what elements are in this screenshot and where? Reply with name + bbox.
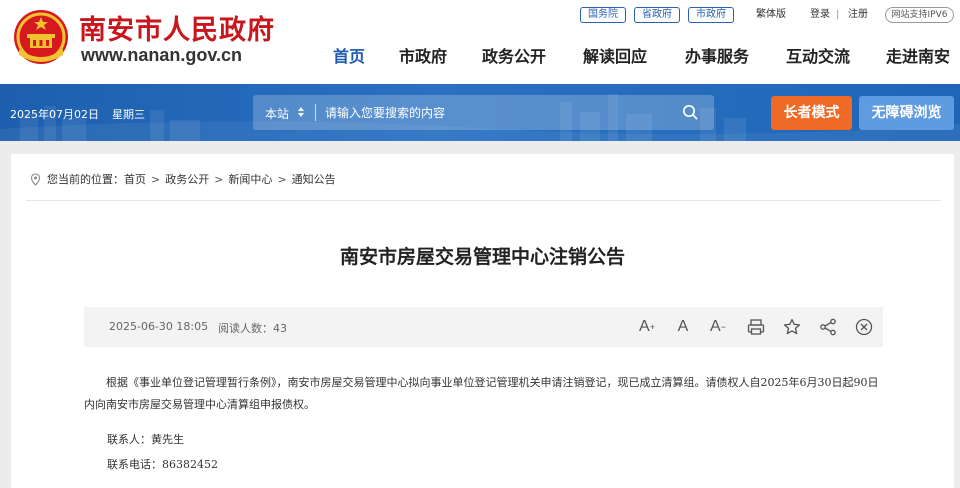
font-decrease-icon: A <box>710 318 721 335</box>
emblem-icon <box>14 10 68 64</box>
site-title: 南安市人民政府 <box>79 15 275 46</box>
article-phone: 联系电话：86382452 <box>107 458 218 471</box>
current-weekday: 星期三 <box>112 108 145 121</box>
breadcrumb-news-center[interactable]: 新闻中心 <box>228 171 272 187</box>
font-reset-button[interactable]: A <box>673 317 693 337</box>
read-count: 阅读人数：43 <box>218 320 287 336</box>
ipv6-badge: 网站支持IPV6 <box>885 7 954 23</box>
publish-datetime: 2025-06-30 18:05 <box>109 320 209 333</box>
share-icon[interactable] <box>818 317 838 337</box>
search-box: 本站 <box>253 95 714 130</box>
nav-interaction[interactable]: 互动交流 <box>786 43 850 67</box>
breadcrumb-home[interactable]: 首页 <box>124 171 146 187</box>
nav-government-affairs[interactable]: 政务公开 <box>482 43 546 67</box>
breadcrumb-separator: > <box>214 172 224 186</box>
breadcrumb-prefix: 您当前的位置： <box>47 173 124 186</box>
search-divider <box>315 104 316 121</box>
site-url: www.nanan.gov.cn <box>81 45 243 65</box>
article-contact: 联系人：黄先生 <box>107 433 184 446</box>
breadcrumb-separator: > <box>151 172 161 186</box>
link-city-government[interactable]: 市政府 <box>688 7 734 23</box>
read-count-value: 43 <box>273 322 287 335</box>
font-decrease-button[interactable]: A − <box>708 317 728 337</box>
font-increase-button[interactable]: A + <box>637 317 657 337</box>
location-pin-icon <box>30 172 41 186</box>
link-state-council[interactable]: 国务院 <box>580 7 626 23</box>
star-icon[interactable] <box>782 317 802 337</box>
search-icon[interactable] <box>682 104 698 120</box>
nav-city-government[interactable]: 市政府 <box>399 43 447 67</box>
article-meta-bar: 2025-06-30 18:05 阅读人数：43 A + A A − <box>84 307 883 347</box>
register-link[interactable]: 注册 <box>848 8 868 22</box>
close-circle-icon[interactable] <box>854 317 874 337</box>
nav-services[interactable]: 办事服务 <box>685 43 749 67</box>
print-icon[interactable] <box>746 317 766 337</box>
elder-mode-button[interactable]: 长者模式 <box>771 96 852 130</box>
current-date: 2025年07月02日 <box>10 108 99 121</box>
traditional-chinese-link[interactable]: 繁体版 <box>756 8 786 22</box>
article-title: 南安市房屋交易管理中心注销公告 <box>339 246 625 268</box>
nav-home[interactable]: 首页 <box>333 43 365 67</box>
search-input[interactable] <box>325 101 665 124</box>
separator: | <box>836 9 840 20</box>
link-provincial-government[interactable]: 省政府 <box>634 7 680 23</box>
read-count-label: 阅读人数： <box>218 322 273 335</box>
banner: 2025年07月02日 星期三 本站 长者模式 无障碍浏览 <box>0 84 960 141</box>
font-increase-icon: A <box>639 318 650 335</box>
nav-about-nanan[interactable]: 走进南安 <box>886 43 950 67</box>
breadcrumb-divider <box>26 200 941 201</box>
accessible-browse-button[interactable]: 无障碍浏览 <box>859 96 954 130</box>
font-reset-icon: A <box>677 318 689 335</box>
breadcrumb-government-affairs[interactable]: 政务公开 <box>165 171 209 187</box>
search-scope-select[interactable]: 本站 <box>265 105 289 122</box>
breadcrumb-notices[interactable]: 通知公告 <box>292 171 336 187</box>
chevron-updown-icon[interactable] <box>297 106 305 118</box>
breadcrumb-separator: > <box>277 172 287 186</box>
nav-interpretation[interactable]: 解读回应 <box>583 43 647 67</box>
article-body-paragraph: 根据《事业单位登记管理暂行条例》，南安市房屋交易管理中心拟向事业单位登记管理机关… <box>84 376 879 411</box>
login-link[interactable]: 登录 <box>810 8 830 22</box>
breadcrumb: 您当前的位置： 首页 > 政务公开 > 新闻中心 > 通知公告 <box>30 171 336 187</box>
site-header: 南安市人民政府 www.nanan.gov.cn 国务院 省政府 市政府 繁体版… <box>0 0 960 84</box>
content-panel: 您当前的位置： 首页 > 政务公开 > 新闻中心 > 通知公告 南安市房屋交易管… <box>11 154 954 488</box>
